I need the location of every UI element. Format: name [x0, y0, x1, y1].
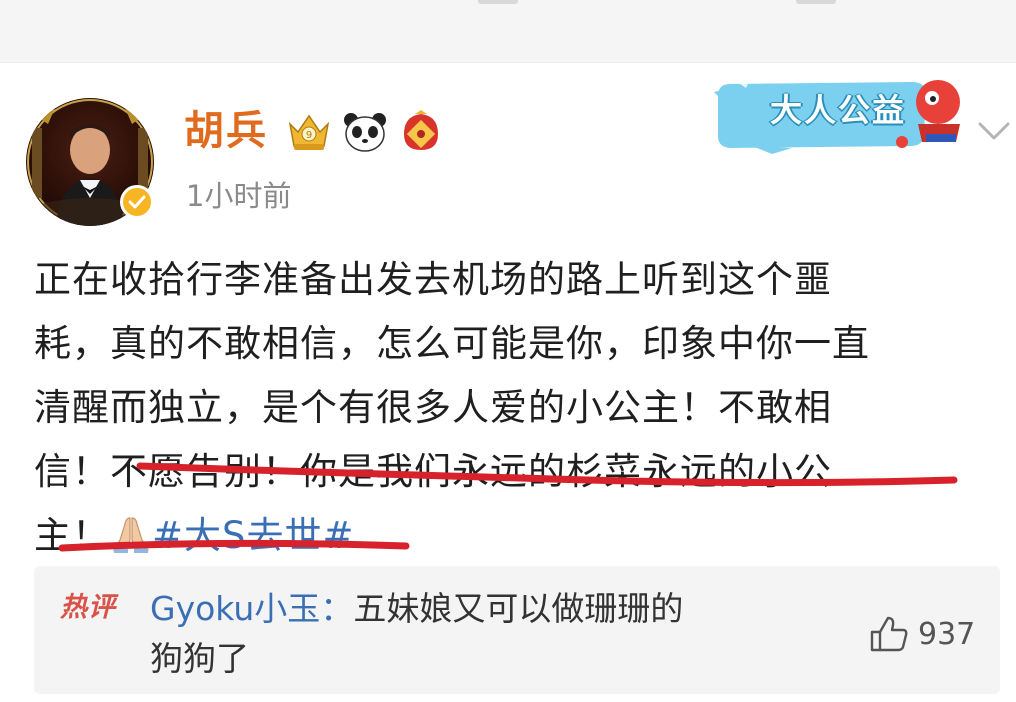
post-text-line: 清醒而独立，是个有很多人爱的小公主！不敢相 — [34, 386, 832, 429]
like-button[interactable]: 937 — [868, 614, 975, 654]
like-count: 937 — [918, 616, 976, 652]
author-name[interactable]: 胡兵 — [184, 106, 268, 156]
post-text-line: 耗，真的不敢相信，怎么可能是你，印象中你一直 — [34, 322, 870, 365]
chevron-down-icon[interactable] — [976, 116, 1012, 146]
post-text-prefix: 主！ — [34, 514, 110, 557]
comment-text: Gyoku小玉：五妹娘又可以做珊珊的 狗狗了 — [150, 584, 830, 684]
post-text-line: 正在收拾行李准备出发去机场的路上听到这个噩 — [34, 258, 832, 301]
comment-username[interactable]: Gyoku小玉 — [150, 589, 320, 628]
verified-badge-icon — [120, 185, 154, 219]
badge-row: 9 — [286, 110, 444, 154]
praying-hands-icon — [113, 517, 149, 553]
hashtag-link[interactable]: #大S去世# — [152, 514, 355, 557]
comment-body-line: 狗狗了 — [150, 639, 249, 678]
hot-comment[interactable]: 热评 Gyoku小玉：五妹娘又可以做珊珊的 狗狗了 937 — [34, 566, 1000, 694]
fu-badge-icon[interactable] — [398, 110, 444, 154]
hot-comment-tag: 热评 — [60, 592, 116, 623]
post-text: 正在收拾行李准备出发去机场的路上听到这个噩 耗，真的不敢相信，怎么可能是你，印象… — [34, 248, 1002, 568]
top-sliver — [478, 0, 518, 4]
svg-text:9: 9 — [306, 130, 312, 141]
comment-body-line: 五妹娘又可以做珊珊的 — [353, 589, 684, 628]
panda-badge-icon[interactable] — [342, 110, 388, 154]
comment-separator: ： — [320, 589, 354, 628]
top-sliver — [796, 0, 836, 4]
banner-text: 大人公益 — [770, 91, 907, 129]
crown-badge-icon[interactable]: 9 — [286, 110, 332, 154]
top-strip — [0, 0, 1016, 63]
thumbs-up-icon — [870, 616, 908, 652]
post-time: 1小时前 — [186, 179, 292, 213]
post-text-line: 信！不愿告别！你是我们永远的杉菜永远的小公 — [34, 450, 832, 493]
post-text-line-last: 主！ #大S去世# — [34, 504, 1002, 568]
